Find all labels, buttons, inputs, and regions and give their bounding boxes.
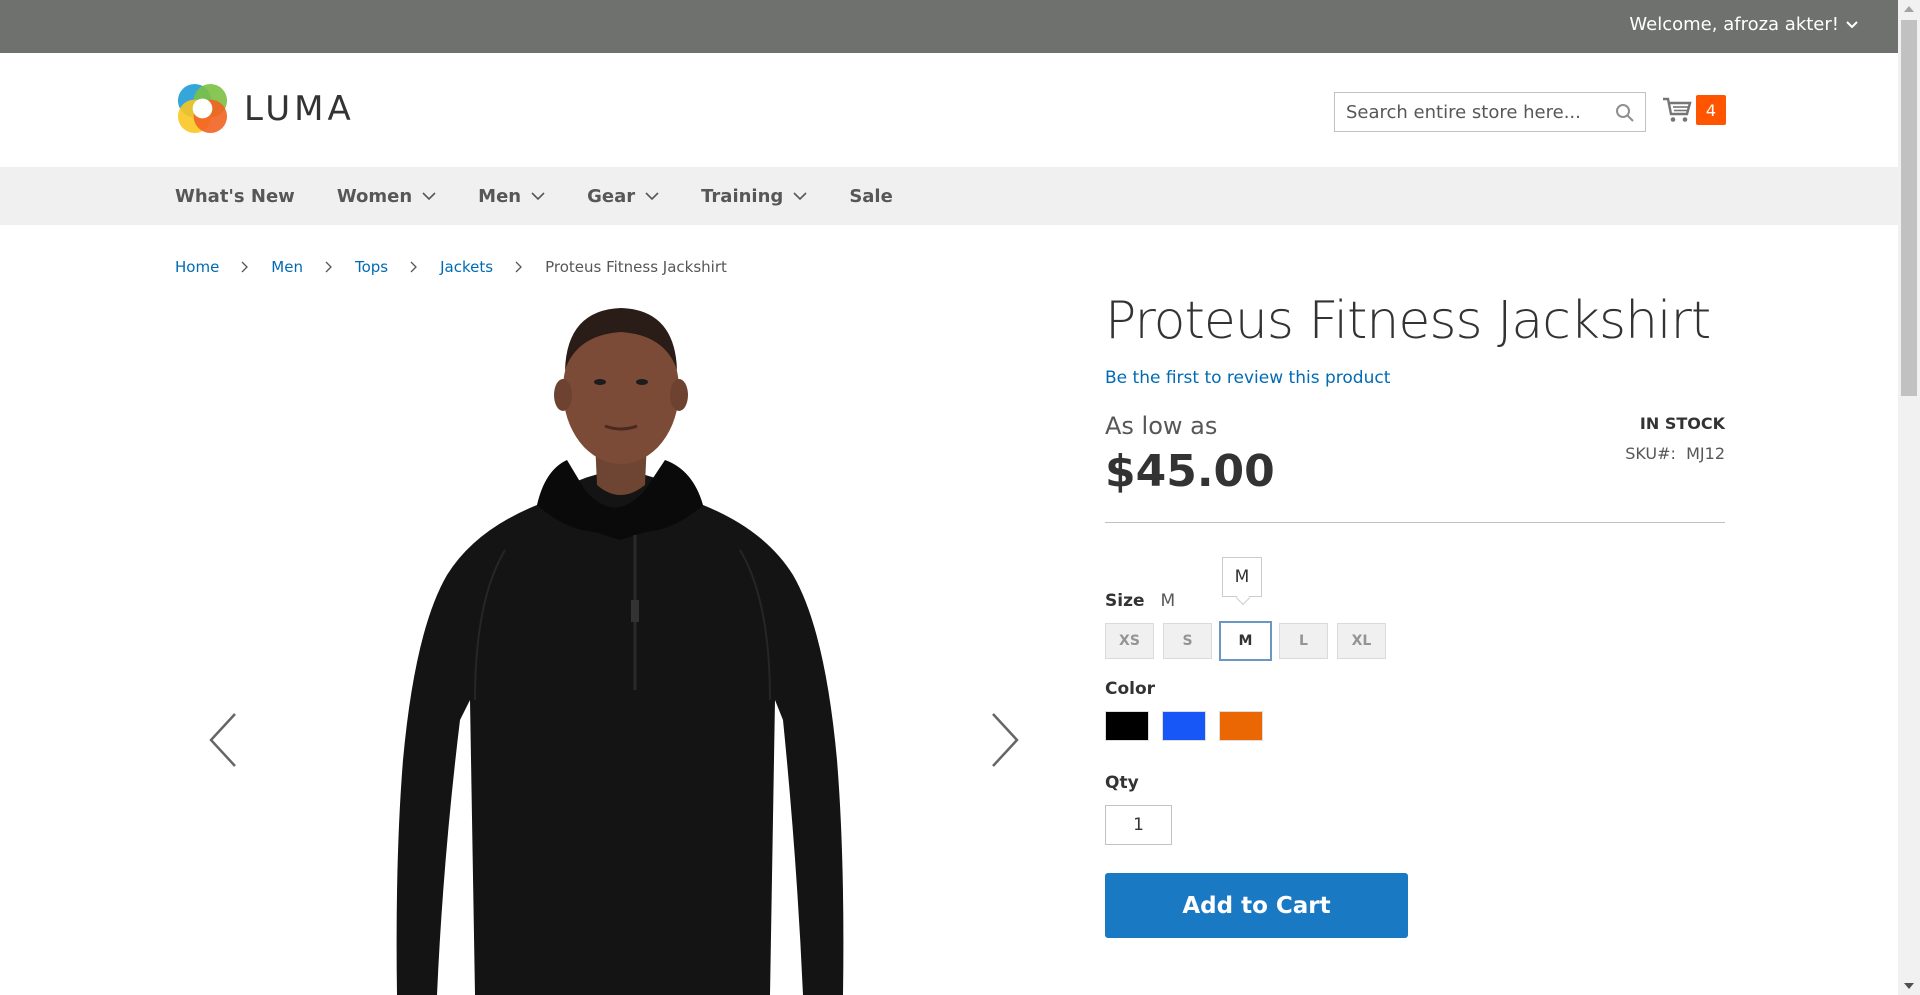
customer-menu[interactable]: Welcome, afroza akter!: [1629, 14, 1859, 35]
chevron-down-icon: [645, 192, 659, 201]
chevron-right-icon: [410, 261, 418, 273]
chevron-down-icon: [1846, 20, 1858, 28]
product-title: Proteus Fitness Jackshirt: [1105, 291, 1711, 351]
gallery-prev-arrow-icon[interactable]: [205, 710, 241, 770]
size-swatch[interactable]: M: [1219, 621, 1272, 662]
color-swatches: [1105, 711, 1725, 742]
page-scrollbar[interactable]: [1898, 0, 1920, 995]
cart-icon: [1663, 97, 1692, 122]
size-tooltip: M: [1222, 557, 1262, 606]
color-swatch[interactable]: [1219, 711, 1263, 742]
color-label: Color: [1105, 679, 1156, 700]
size-swatches: XS S M L XL: [1105, 621, 1725, 662]
size-tooltip-text: M: [1234, 567, 1250, 588]
site-header: LUMA 4: [0, 53, 1898, 167]
scroll-up-arrow-icon[interactable]: [1898, 0, 1920, 18]
color-swatch[interactable]: [1162, 711, 1206, 742]
price-prefix: As low as: [1105, 412, 1218, 441]
qty-input[interactable]: 1: [1105, 805, 1172, 846]
nav-item[interactable]: What's New: [175, 186, 295, 207]
top-bar: Welcome, afroza akter!: [0, 0, 1898, 53]
size-label: Size: [1105, 591, 1145, 612]
gallery-next-arrow-icon[interactable]: [987, 710, 1023, 770]
breadcrumb-current: Proteus Fitness Jackshirt: [545, 258, 727, 276]
sku-label: SKU#:: [1625, 444, 1676, 464]
logo-text: LUMA: [244, 88, 355, 129]
sku: SKU#: MJ12: [1625, 444, 1725, 463]
nav-item-label: Gear: [587, 185, 636, 207]
qty-label: Qty: [1105, 773, 1139, 794]
minicart[interactable]: 4: [1662, 95, 1726, 125]
nav-item-label: Women: [336, 185, 413, 207]
breadcrumb-link[interactable]: Home: [175, 258, 219, 276]
nav-item[interactable]: Gear: [587, 186, 659, 207]
nav-item-label: Sale: [849, 185, 893, 207]
nav-item-label: Training: [701, 185, 784, 207]
nav-list: What's New Women Men Gear Training Sale: [175, 167, 935, 225]
review-link[interactable]: Be the first to review this product: [1105, 368, 1725, 388]
main-navigation: What's New Women Men Gear Training Sale: [0, 167, 1898, 225]
breadcrumb-link[interactable]: Tops: [355, 258, 388, 276]
sku-value: MJ12: [1686, 444, 1725, 464]
tooltip-tail: [1235, 591, 1251, 606]
welcome-text: Welcome, afroza akter!: [1629, 14, 1839, 35]
search-icon[interactable]: [1615, 103, 1635, 123]
color-swatch[interactable]: [1105, 711, 1149, 742]
size-swatch[interactable]: L: [1279, 623, 1328, 660]
nav-item[interactable]: Sale: [849, 186, 893, 207]
divider: [1105, 522, 1725, 524]
chevron-right-icon: [325, 261, 332, 273]
size-attribute: Size M M: [1105, 557, 1725, 612]
cart-count-badge: 4: [1696, 95, 1726, 125]
size-selected-value: M: [1160, 591, 1176, 612]
luma-logo-icon: [177, 83, 228, 134]
search-input[interactable]: [1335, 93, 1645, 131]
search-box: [1334, 92, 1646, 132]
scroll-down-arrow-icon[interactable]: [1898, 977, 1920, 995]
size-swatch[interactable]: S: [1163, 623, 1212, 660]
stock-status: IN STOCK: [1639, 414, 1725, 434]
chevron-right-icon: [515, 261, 522, 273]
nav-item-label: Men: [478, 185, 522, 207]
breadcrumb-link[interactable]: Men: [271, 258, 303, 276]
nav-item-label: What's New: [175, 185, 295, 207]
nav-item[interactable]: Women: [337, 186, 436, 207]
breadcrumb: Home Men Tops Jackets Proteus Fitness Jacksh…: [175, 258, 727, 276]
logo[interactable]: LUMA: [175, 81, 355, 136]
chevron-down-icon: [531, 192, 545, 201]
size-swatch[interactable]: XL: [1337, 623, 1386, 660]
nav-item[interactable]: Training: [701, 186, 807, 207]
chevron-down-icon: [793, 192, 807, 201]
chevron-right-icon: [241, 261, 249, 273]
chevron-down-icon: [422, 192, 436, 201]
size-swatch[interactable]: XS: [1105, 623, 1154, 660]
price-box: As low as $45.00 IN STOCK SKU#: MJ12: [1105, 412, 1725, 512]
nav-item[interactable]: Men: [478, 186, 545, 207]
breadcrumb-link[interactable]: Jackets: [440, 258, 493, 276]
product-gallery: [175, 300, 1055, 995]
product-image: [396, 308, 844, 995]
add-to-cart-button[interactable]: Add to Cart: [1105, 873, 1408, 939]
product-info: Proteus Fitness Jackshirt Be the first t…: [1105, 290, 1725, 939]
scrollbar-thumb[interactable]: [1901, 20, 1917, 396]
product-page: Welcome, afroza akter! LUMA Search entir…: [0, 0, 1920, 995]
